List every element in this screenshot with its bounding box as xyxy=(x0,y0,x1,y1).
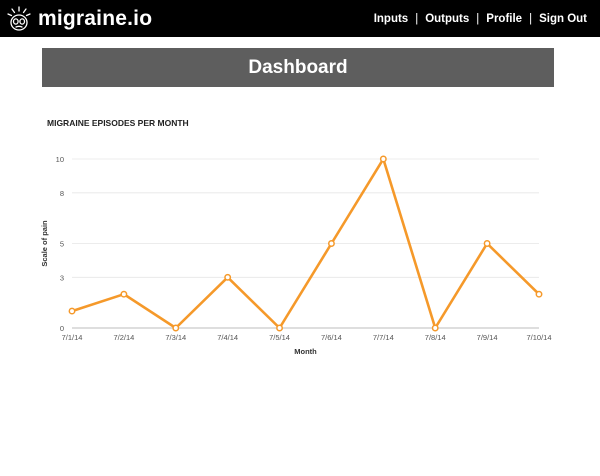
y-tick-label: 3 xyxy=(60,273,64,282)
x-tick-label: 7/9/14 xyxy=(477,333,498,342)
x-tick-label: 7/6/14 xyxy=(321,333,342,342)
y-tick-label: 0 xyxy=(60,324,64,333)
data-point xyxy=(224,273,232,281)
x-tick-label: 7/1/14 xyxy=(62,333,83,342)
x-axis-title: Month xyxy=(294,347,317,356)
data-point xyxy=(431,324,439,332)
data-point xyxy=(327,240,335,247)
x-tick-label: 7/10/14 xyxy=(526,333,551,342)
y-tick-label: 8 xyxy=(60,189,64,198)
y-tick-label: 10 xyxy=(56,155,64,164)
x-tick-label: 7/4/14 xyxy=(217,333,238,342)
data-point xyxy=(483,240,491,247)
x-tick-label: 7/2/14 xyxy=(113,333,134,342)
x-tick-label: 7/7/14 xyxy=(373,333,394,342)
data-point xyxy=(172,324,180,332)
x-tick-label: 7/8/14 xyxy=(425,333,446,342)
y-tick-label: 5 xyxy=(60,240,64,249)
data-point xyxy=(535,290,543,298)
x-tick-label: 7/5/14 xyxy=(269,333,290,342)
data-point xyxy=(120,290,128,298)
data-point xyxy=(379,155,387,163)
pain-line-chart: 0 3 5 8 10 7/1/14 7/2/14 7/3/14 7/4/14 7/5/14 7/6/… xyxy=(40,155,552,356)
x-tick-label: 7/3/14 xyxy=(165,333,186,342)
data-point xyxy=(276,324,284,332)
data-point xyxy=(68,307,76,315)
y-axis-title: Scale of pain xyxy=(40,220,49,267)
